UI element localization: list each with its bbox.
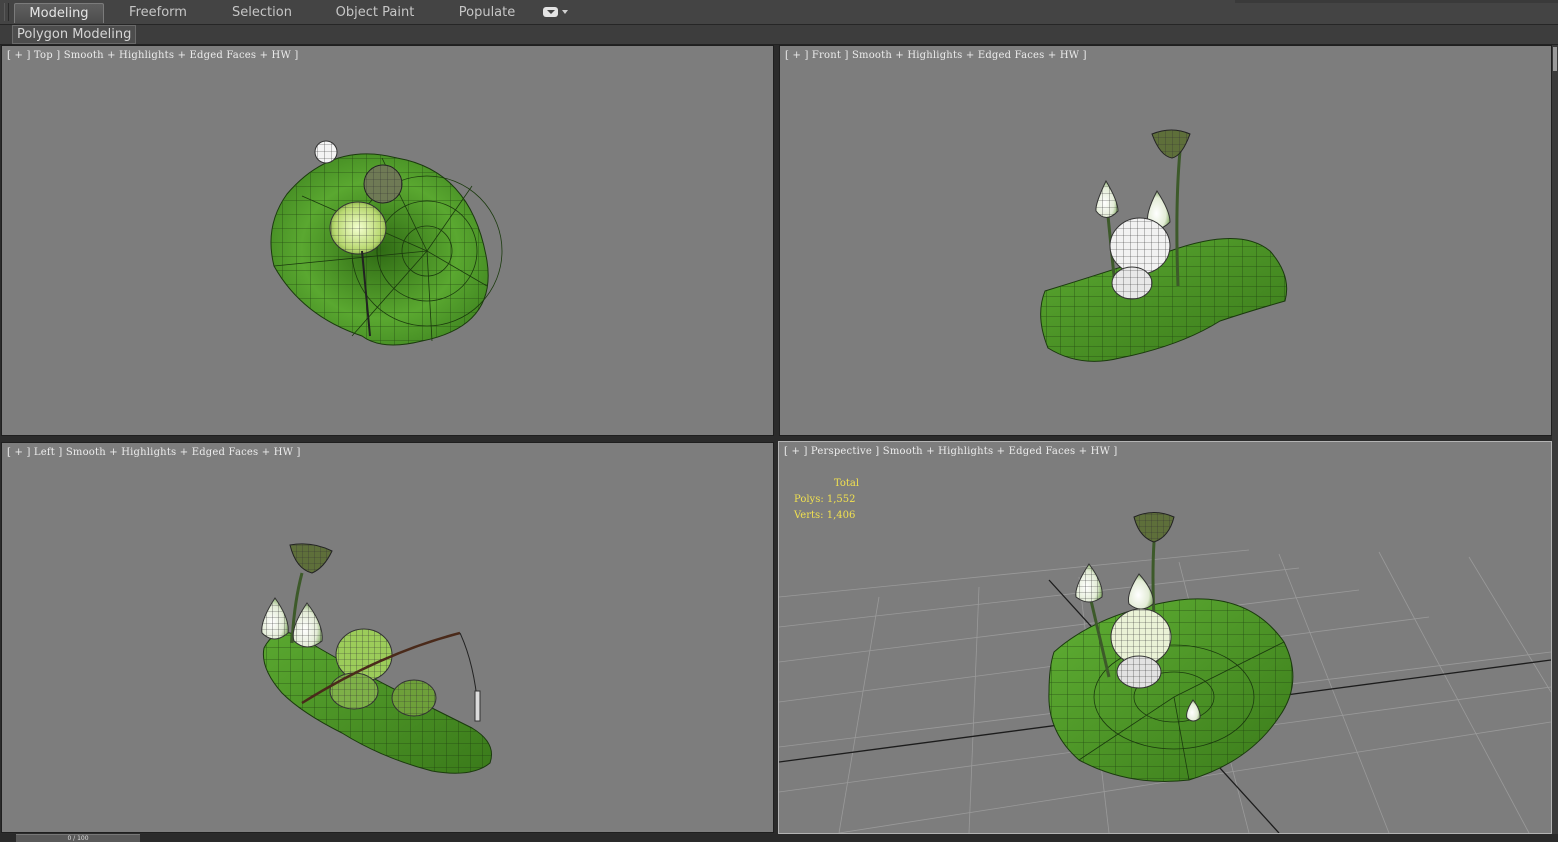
viewport-top[interactable]: [ + ] Top ] Smooth + Highlights + Edged … xyxy=(1,45,774,436)
tab-object-paint[interactable]: Object Paint xyxy=(326,3,424,22)
toggle-ribbon-icon[interactable] xyxy=(543,7,571,19)
viewport-left[interactable]: [ + ] Left ] Smooth + Highlights + Edged… xyxy=(1,442,774,833)
left-view-model xyxy=(261,543,492,774)
front-view-model xyxy=(1040,129,1288,362)
lotus-pod-perspective xyxy=(1133,512,1175,543)
viewport-front[interactable]: [ + ] Front ] Smooth + Highlights + Edge… xyxy=(779,45,1552,436)
command-panel-edge xyxy=(1552,45,1558,841)
bud-perspective-left xyxy=(1075,563,1103,603)
ribbon-tab-bar: Modeling Freeform Selection Object Paint… xyxy=(0,0,1558,25)
viewport-perspective[interactable]: [ + ] Perspective ] Smooth + Highlights … xyxy=(778,441,1552,834)
frog-top xyxy=(329,201,387,255)
lotus-pod-left xyxy=(289,543,333,574)
bud-perspective-right xyxy=(1128,573,1154,610)
bud-left-a xyxy=(261,597,289,640)
ribbon-panel: Polygon Modeling xyxy=(0,25,1558,45)
panel-scroll-thumb[interactable] xyxy=(1553,47,1557,71)
perspective-view-model xyxy=(779,512,1551,833)
ribbon-minimize-icon xyxy=(543,7,558,17)
tab-populate[interactable]: Populate xyxy=(444,3,530,22)
lotus-pod-front xyxy=(1151,129,1191,159)
bud-top xyxy=(314,140,338,164)
lotus-leaf-perspective xyxy=(1048,598,1294,782)
ribbon-grip[interactable] xyxy=(4,3,9,21)
timeline-bar xyxy=(0,834,1558,841)
tab-modeling[interactable]: Modeling xyxy=(14,3,104,23)
title-strip xyxy=(1235,0,1558,3)
bud-left-b xyxy=(292,602,323,648)
top-view-model xyxy=(270,140,503,346)
tab-selection[interactable]: Selection xyxy=(214,3,310,22)
chevron-down-icon xyxy=(562,10,568,14)
polygon-modeling-panel[interactable]: Polygon Modeling xyxy=(12,25,137,44)
lotus-pod-top xyxy=(363,164,403,204)
bud-front-left xyxy=(1095,179,1119,218)
tab-freeform[interactable]: Freeform xyxy=(114,3,202,22)
